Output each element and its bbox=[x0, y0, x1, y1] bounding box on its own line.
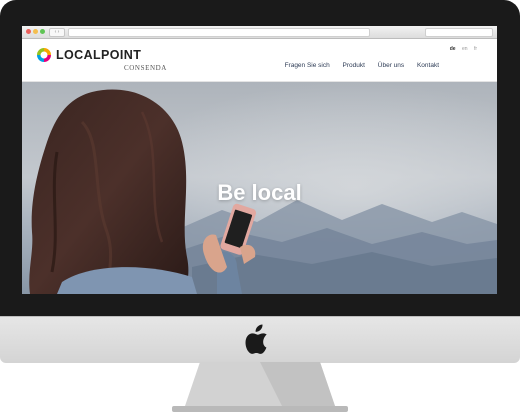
browser-toolbar: ‹ › bbox=[22, 26, 497, 39]
nav-item-produkt[interactable]: Produkt bbox=[343, 62, 365, 69]
monitor-stand bbox=[172, 362, 348, 412]
language-en[interactable]: en bbox=[462, 46, 468, 52]
apple-icon bbox=[245, 324, 267, 354]
nav-item-kontakt[interactable]: Kontakt bbox=[417, 62, 439, 69]
hero-banner: Be local bbox=[22, 82, 497, 294]
localpoint-logo-icon bbox=[37, 48, 51, 62]
monitor-frame: ‹ › LOCALPOINT CONSENDA de en fr Fragen … bbox=[0, 0, 520, 318]
browser-search-field[interactable] bbox=[425, 28, 493, 37]
language-de[interactable]: de bbox=[450, 46, 456, 52]
language-switcher: de en fr bbox=[445, 46, 477, 52]
site-header: LOCALPOINT CONSENDA de en fr Fragen Sie … bbox=[22, 39, 497, 82]
hero-headline: Be local bbox=[217, 180, 302, 205]
back-forward-buttons[interactable]: ‹ › bbox=[49, 28, 65, 37]
minimize-window-button[interactable] bbox=[33, 29, 38, 34]
logo-subtitle: CONSENDA bbox=[124, 64, 167, 72]
language-fr[interactable]: fr bbox=[474, 46, 477, 52]
monitor-chin bbox=[0, 316, 520, 363]
nav-item-ueber-uns[interactable]: Über uns bbox=[378, 62, 404, 69]
address-bar[interactable] bbox=[68, 28, 370, 37]
maximize-window-button[interactable] bbox=[40, 29, 45, 34]
main-navigation: Fragen Sie sich Produkt Über uns Kontakt bbox=[274, 62, 439, 69]
browser-window: ‹ › LOCALPOINT CONSENDA de en fr Fragen … bbox=[22, 26, 497, 294]
close-window-button[interactable] bbox=[26, 29, 31, 34]
nav-item-fragen-sie-sich[interactable]: Fragen Sie sich bbox=[285, 62, 330, 69]
logo-wordmark: LOCALPOINT bbox=[56, 48, 142, 62]
